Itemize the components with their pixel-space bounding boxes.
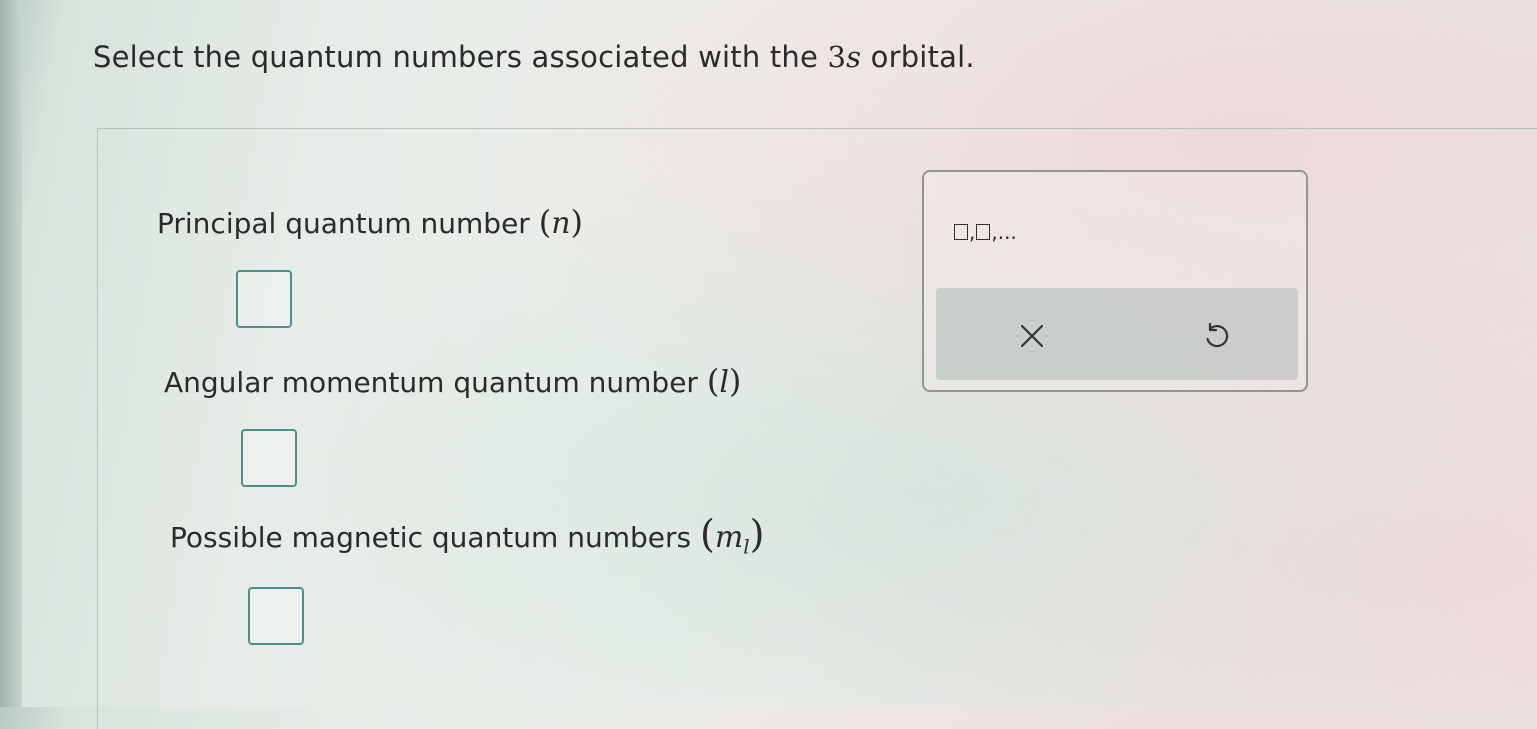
close-paren: ): [749, 512, 765, 556]
input-palette: , ,...: [922, 170, 1308, 392]
undo-icon: [1206, 322, 1229, 348]
orbital-letter: s: [846, 40, 862, 74]
placeholder-box-icon: [976, 224, 991, 240]
angular-momentum-quantum-number-label: Angular momentum quantum number (l): [164, 362, 741, 400]
open-paren: (: [538, 203, 552, 241]
angular-momentum-quantum-number-input[interactable]: [241, 429, 297, 487]
symbol-l: l: [719, 365, 729, 400]
palette-action-bar: [936, 288, 1298, 380]
question-text: Select the quantum numbers associated wi…: [93, 40, 975, 74]
open-paren: (: [706, 362, 720, 400]
field-label-text: Angular momentum quantum number: [164, 366, 707, 399]
magnetic-quantum-numbers-label: Possible magnetic quantum numbers (ml): [170, 512, 765, 559]
list-ellipsis: ,...: [991, 220, 1017, 244]
window-edge: [0, 0, 22, 707]
principal-quantum-number-input[interactable]: [236, 270, 292, 328]
field-label-text: Possible magnetic quantum numbers: [170, 521, 700, 554]
symbol-n: n: [551, 206, 571, 241]
magnetic-quantum-numbers-input[interactable]: [248, 587, 304, 645]
field-label-text: Principal quantum number: [157, 207, 539, 240]
orbital-number: 3: [827, 40, 847, 74]
x-icon: [1020, 324, 1044, 348]
close-paren: ): [570, 203, 584, 241]
clear-button[interactable]: [1010, 314, 1054, 358]
symbol-m: m: [714, 520, 744, 555]
question-suffix: orbital.: [861, 40, 975, 74]
close-paren: ): [728, 362, 742, 400]
question-prefix: Select the quantum numbers associated wi…: [93, 40, 828, 74]
principal-quantum-number-label: Principal quantum number (n): [157, 203, 583, 241]
open-paren: (: [699, 512, 715, 556]
undo-button[interactable]: [1194, 314, 1238, 358]
list-separator: ,: [969, 220, 976, 244]
list-template-button[interactable]: , ,...: [954, 220, 1017, 244]
placeholder-box-icon: [954, 224, 968, 240]
